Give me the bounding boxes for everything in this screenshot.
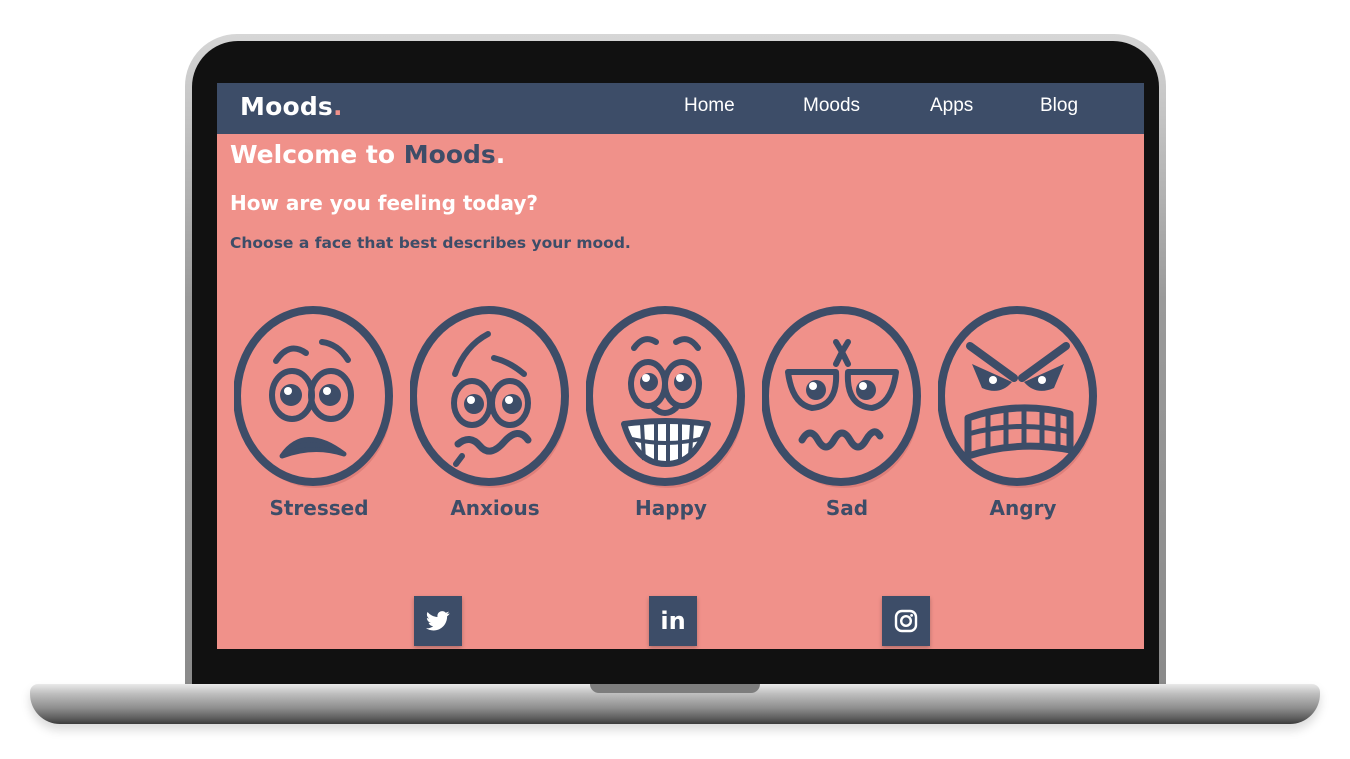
stressed-face-icon [234, 306, 393, 488]
page-title: Welcome to Moods. [230, 140, 505, 169]
mood-option-sad[interactable]: Sad [762, 306, 922, 526]
mood-label-happy: Happy [635, 496, 707, 520]
nav-link-blog[interactable]: Blog [1040, 95, 1078, 117]
logo-text: Moods [240, 92, 334, 121]
nav-link-moods[interactable]: Moods [803, 95, 860, 117]
instagram-link[interactable] [882, 596, 930, 646]
nav-link-apps[interactable]: Apps [930, 95, 973, 117]
anxious-face-icon [410, 306, 569, 488]
mood-label-sad: Sad [825, 496, 869, 520]
website-screen: Moods. Home Moods Apps Blog Welcome to M… [217, 83, 1144, 649]
logo[interactable]: Moods. [240, 92, 343, 121]
linkedin-link[interactable]: in [649, 596, 697, 646]
mood-option-happy[interactable]: Happy [586, 306, 746, 526]
welcome-prefix: Welcome to [230, 140, 396, 169]
nav-link-home[interactable]: Home [684, 95, 735, 117]
mood-label-stressed: Stressed [269, 496, 369, 520]
mood-question: How are you feeling today? [230, 191, 538, 215]
laptop-notch [590, 684, 760, 693]
twitter-link[interactable] [414, 596, 462, 646]
linkedin-icon: in [660, 607, 686, 635]
welcome-dot: . [495, 140, 506, 169]
mood-option-anxious[interactable]: Anxious [410, 306, 570, 526]
twitter-icon [426, 611, 450, 631]
happy-face-icon [586, 306, 745, 488]
mood-option-stressed[interactable]: Stressed [234, 306, 394, 526]
logo-dot: . [333, 92, 343, 121]
mood-label-angry: Angry [989, 496, 1057, 520]
sad-face-icon [762, 306, 921, 488]
navbar: Moods. Home Moods Apps Blog [217, 83, 1144, 134]
welcome-brand: Moods [403, 140, 496, 169]
mood-instruction: Choose a face that best describes your m… [230, 234, 631, 252]
mood-label-anxious: Anxious [450, 496, 540, 520]
instagram-icon [894, 609, 918, 633]
mood-option-angry[interactable]: Angry [938, 306, 1098, 526]
angry-face-icon [938, 306, 1097, 488]
